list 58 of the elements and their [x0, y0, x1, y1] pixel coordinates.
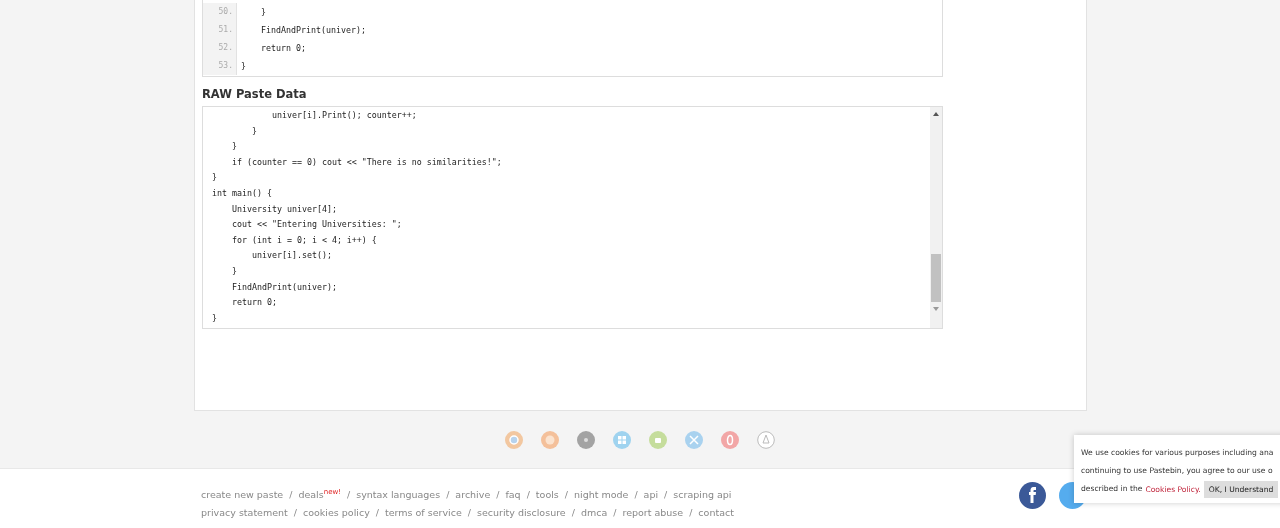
code-line: if (counter == 0) cout << "There is no similarities!"; — [230, 155, 503, 169]
separator: / — [634, 488, 638, 500]
separator: / — [293, 506, 297, 518]
line-number: 50. — [203, 3, 237, 21]
code-line: univer[i].set(); — [250, 249, 333, 263]
code-line: int main() { — [212, 186, 273, 200]
scroll-down-icon[interactable] — [933, 307, 939, 311]
code-line: for (int i = 0; i < 4; i++) { — [230, 233, 378, 247]
footer-link[interactable]: api — [643, 488, 659, 500]
code-line: return 0; — [230, 296, 278, 310]
footer-link[interactable]: syntax languages — [356, 488, 441, 500]
footer-link[interactable]: faq — [505, 488, 521, 500]
line-number: 52. — [203, 39, 237, 57]
code-line: } — [212, 171, 218, 185]
code-line: cout << "Entering Universities: "; — [230, 218, 403, 232]
footer-link[interactable]: contact — [698, 506, 734, 518]
code-line: FindAndPrint(univer); — [230, 280, 338, 294]
code-line: } — [230, 264, 238, 278]
separator: / — [571, 506, 575, 518]
section-title: RAW Paste Data — [202, 87, 308, 101]
scrollbar[interactable] — [930, 107, 942, 328]
footer-link[interactable]: cookies policy — [303, 506, 370, 518]
footer-link[interactable]: report abuse — [622, 506, 684, 518]
footer-link[interactable]: night mode — [574, 488, 629, 500]
code-line: } — [259, 7, 266, 17]
footer-link[interactable]: archive — [455, 488, 491, 500]
footer-link[interactable]: dmca — [580, 506, 608, 518]
code-line: } — [230, 140, 238, 154]
separator: / — [496, 488, 500, 500]
footer-link[interactable]: tools — [535, 488, 559, 500]
code-line: } — [212, 311, 218, 325]
separator: / — [289, 488, 293, 500]
separator: / — [664, 488, 668, 500]
separator: / — [347, 488, 351, 500]
footer-link[interactable]: privacy statement — [201, 506, 288, 518]
code-line: univer[i].Print(); counter++; — [270, 109, 418, 122]
code-line: FindAndPrint(univer); — [259, 25, 366, 35]
scroll-up-icon[interactable] — [933, 112, 939, 116]
facebook-icon[interactable] — [1019, 482, 1046, 509]
footer-link[interactable]: create new paste — [201, 488, 284, 500]
separator: / — [526, 488, 530, 500]
footer-link[interactable]: security disclosure — [476, 506, 566, 518]
code-line: return 0; — [259, 43, 306, 53]
separator: / — [375, 506, 379, 518]
separator: / — [613, 506, 617, 518]
line-number: 51. — [203, 21, 237, 39]
separator: / — [564, 488, 568, 500]
separator: / — [446, 488, 450, 500]
code-line: } — [240, 61, 246, 71]
line-number: 53. — [203, 57, 237, 75]
footer-link[interactable]: scraping api — [673, 488, 732, 500]
code-line: University univer[4]; — [230, 202, 338, 216]
scrollbar-thumb[interactable] — [931, 254, 941, 302]
footer-link[interactable]: deals — [298, 488, 324, 500]
separator: / — [467, 506, 471, 518]
code-line: } — [250, 124, 258, 138]
footer-link[interactable]: terms of service — [385, 506, 462, 518]
separator: / — [689, 506, 693, 518]
